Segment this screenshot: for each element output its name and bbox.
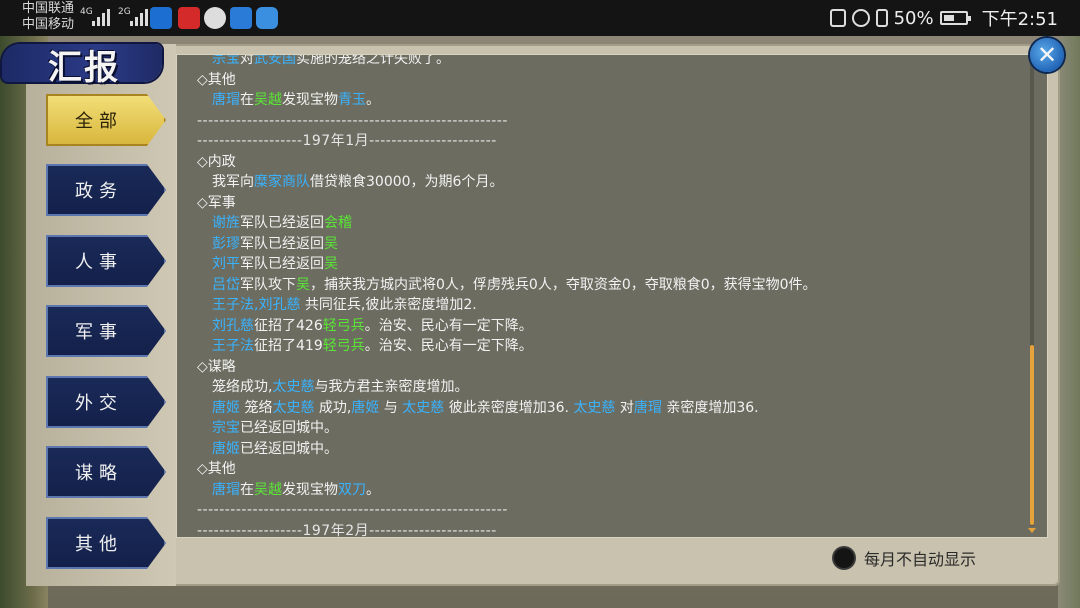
log-line-partial: 宗宝对武安国实施的笼络之计失败了。 bbox=[212, 54, 450, 67]
log-line-capture: 吕岱军队攻下吴，捕获我方城内武将0人，俘虏残兵0人，夺取资金0，夺取粮食0，获得… bbox=[212, 276, 817, 293]
report-log[interactable]: 宗宝对武安国实施的笼络之计失败了。 ◇其他 唐瑁在吴越发现宝物青玉。 -----… bbox=[176, 54, 1048, 538]
battery-icon bbox=[939, 11, 971, 25]
log-line-strategy: 唐姬 笼络太史慈 成功,唐姬 与 太史慈 彼此亲密度增加36. 太史慈 对唐瑁 … bbox=[212, 399, 759, 416]
page-title: 汇报 bbox=[48, 48, 120, 88]
tab-all[interactable]: 全部 bbox=[46, 94, 166, 146]
separator: ----------------------------------------… bbox=[197, 112, 508, 129]
stock-app-icon bbox=[150, 7, 172, 29]
signal-icon-2 bbox=[130, 8, 152, 26]
tab-politics[interactable]: 政务 bbox=[46, 164, 166, 216]
cloud-app-icon bbox=[256, 7, 278, 29]
section-header-other: ◇其他 bbox=[197, 461, 236, 477]
log-line-return-city: 宗宝已经返回城中。 bbox=[212, 420, 338, 436]
section-header-military: ◇军事 bbox=[197, 194, 236, 211]
alarm-icon bbox=[851, 9, 870, 27]
section-header-other: ◇其他 bbox=[197, 71, 236, 88]
log-line-return: 彭璆军队已经返回吴 bbox=[212, 235, 338, 252]
close-button[interactable]: ✕ bbox=[1030, 38, 1064, 72]
network-type-2: 2G bbox=[118, 7, 131, 17]
auto-display-label: 每月不自动显示 bbox=[864, 550, 977, 569]
status-right-group: 50% 下午2:51 bbox=[829, 4, 1058, 32]
log-line-return: 谢旌军队已经返回会稽 bbox=[212, 215, 352, 231]
log-line-strategy: 笼络成功,太史慈与我方君主亲密度增加。 bbox=[212, 379, 469, 395]
tab-military[interactable]: 军事 bbox=[46, 305, 166, 357]
vibrate-icon bbox=[875, 9, 888, 27]
tab-strategy[interactable]: 谋略 bbox=[46, 446, 166, 498]
log-line-recruit: 王子法征招了419轻弓兵。治安、民心有一定下降。 bbox=[212, 338, 533, 354]
message-icon bbox=[204, 7, 226, 29]
signal-icon-1 bbox=[92, 8, 114, 26]
tab-other[interactable]: 其他 bbox=[46, 517, 166, 569]
section-header-strategy: ◇谋略 bbox=[197, 358, 236, 375]
carrier-1: 中国联通 bbox=[22, 1, 75, 16]
tab-diplomacy[interactable]: 外交 bbox=[46, 376, 166, 428]
log-line-loan: 我军向糜家商队借贷粮食30000，为期6个月。 bbox=[212, 174, 504, 190]
month-separator: -------------------197年2月---------------… bbox=[197, 522, 497, 538]
carrier-2: 中国移动 bbox=[22, 17, 75, 32]
nfc-icon bbox=[829, 9, 846, 27]
log-line-return-city: 唐姬已经返回城中。 bbox=[212, 440, 338, 457]
log-line-treasure: 唐瑁在吴越发现宝物青玉。 bbox=[212, 92, 380, 108]
system-status-bar: 中国联通 中国移动 4G 2G 50% 下午2:51 bbox=[0, 0, 1080, 36]
separator: ----------------------------------------… bbox=[197, 502, 508, 518]
network-type-1: 4G bbox=[80, 7, 93, 17]
log-line-joint-recruit: 王子法,刘孔慈 共同征兵,彼此亲密度增加2. bbox=[212, 297, 477, 313]
month-separator: -------------------197年1月---------------… bbox=[197, 133, 497, 149]
battery-percent: 50% bbox=[893, 7, 934, 29]
section-header-domestic: ◇内政 bbox=[197, 153, 236, 170]
scrollbar-thumb[interactable] bbox=[1030, 345, 1034, 525]
scroll-down-icon[interactable] bbox=[1028, 528, 1036, 533]
close-icon: ✕ bbox=[1036, 41, 1058, 69]
log-line-return: 刘平军队已经返回吴 bbox=[212, 256, 338, 272]
right-scroll-edge bbox=[1058, 36, 1080, 608]
title-banner: 汇报 bbox=[2, 36, 172, 92]
news-app-icon bbox=[178, 7, 200, 29]
report-log-text: 宗宝对武安国实施的笼络之计失败了。 ◇其他 唐瑁在吴越发现宝物青玉。 -----… bbox=[197, 54, 1031, 538]
log-line-recruit: 刘孔慈征招了426轻弓兵。治安、民心有一定下降。 bbox=[212, 317, 533, 334]
browser-app-icon bbox=[230, 7, 252, 29]
auto-display-toggle[interactable]: 每月不自动显示 bbox=[834, 546, 976, 570]
clock: 下午2:51 bbox=[981, 9, 1058, 30]
log-line-treasure: 唐瑁在吴越发现宝物双刀。 bbox=[212, 481, 380, 498]
tab-personnel[interactable]: 人事 bbox=[46, 235, 166, 287]
radio-icon[interactable] bbox=[834, 548, 854, 568]
